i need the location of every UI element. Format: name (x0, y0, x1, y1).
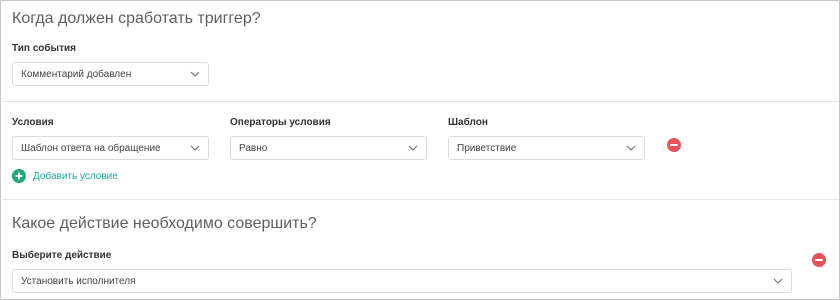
action-select-label: Выберите действие (12, 250, 112, 261)
trigger-section-title: Когда должен сработать триггер? (12, 10, 261, 27)
operator-label: Операторы условия (230, 117, 331, 128)
action-section-title: Какое действие необходимо совершить? (12, 215, 317, 232)
chevron-down-icon (190, 69, 200, 79)
chevron-down-icon (773, 276, 783, 286)
add-condition-label: Добавить условие (33, 170, 118, 182)
event-type-value: Комментарий добавлен (21, 68, 132, 80)
template-value: Приветствие (457, 142, 517, 154)
action-value: Установить исполнителя (21, 275, 136, 287)
chevron-down-icon (626, 143, 636, 153)
remove-condition-icon[interactable] (667, 138, 681, 152)
event-type-select[interactable]: Комментарий добавлен (12, 62, 209, 86)
action-select[interactable]: Установить исполнителя (12, 269, 792, 293)
add-circle-icon (12, 169, 26, 183)
condition-value: Шаблон ответа на обращение (21, 142, 161, 154)
chevron-down-icon (190, 143, 200, 153)
condition-select[interactable]: Шаблон ответа на обращение (12, 136, 209, 160)
operator-select[interactable]: Равно (230, 136, 427, 160)
condition-label: Условия (12, 117, 54, 128)
template-select[interactable]: Приветствие (448, 136, 645, 160)
operator-value: Равно (239, 142, 268, 154)
section-divider (2, 199, 839, 200)
chevron-down-icon (408, 143, 418, 153)
add-condition-button[interactable]: Добавить условие (12, 169, 118, 183)
section-divider (2, 101, 839, 102)
template-label: Шаблон (448, 117, 488, 128)
trigger-editor-panel: Когда должен сработать триггер? Тип собы… (0, 0, 840, 300)
remove-action-icon[interactable] (812, 253, 826, 267)
event-type-label: Тип события (12, 43, 76, 54)
